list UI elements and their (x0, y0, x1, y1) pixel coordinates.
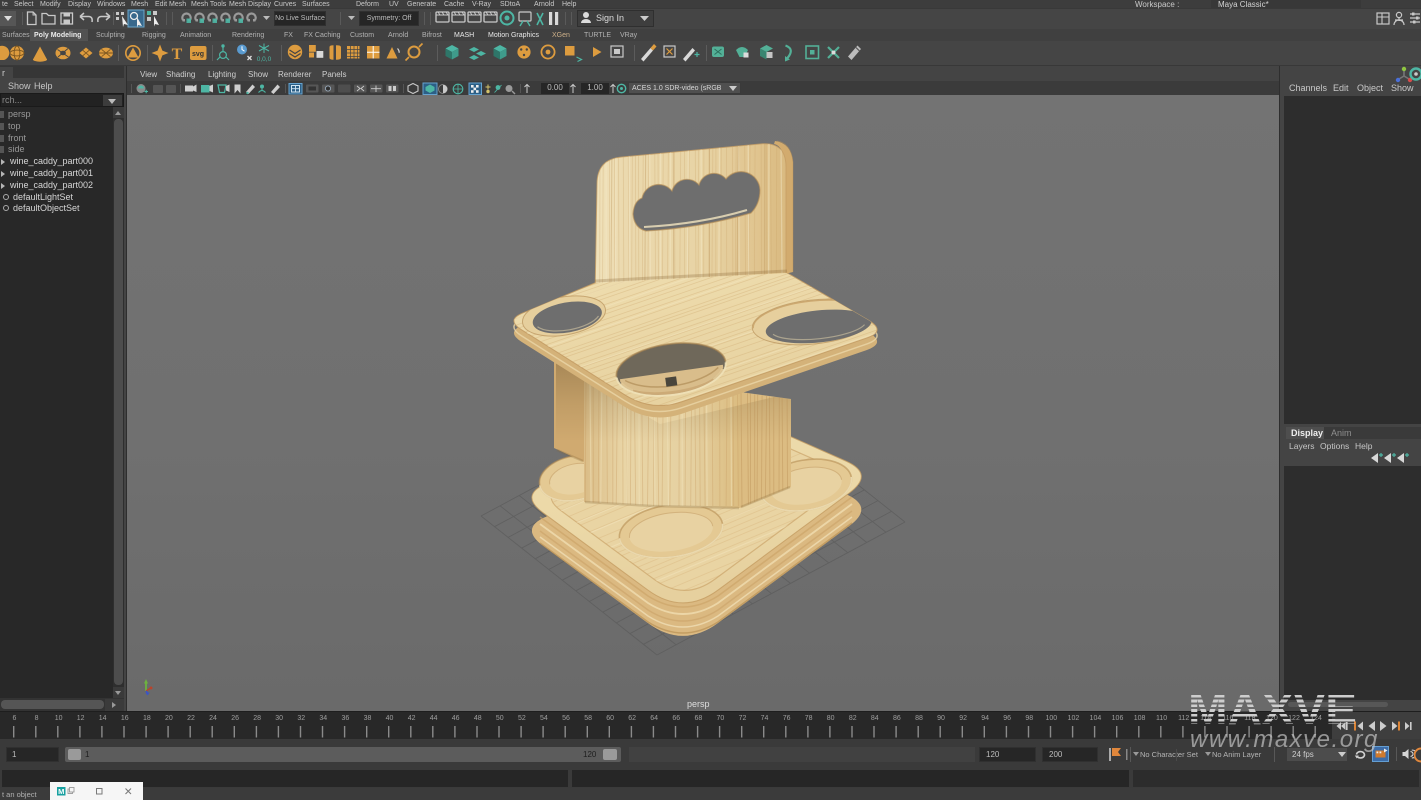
svg-text:M: M (58, 787, 64, 796)
